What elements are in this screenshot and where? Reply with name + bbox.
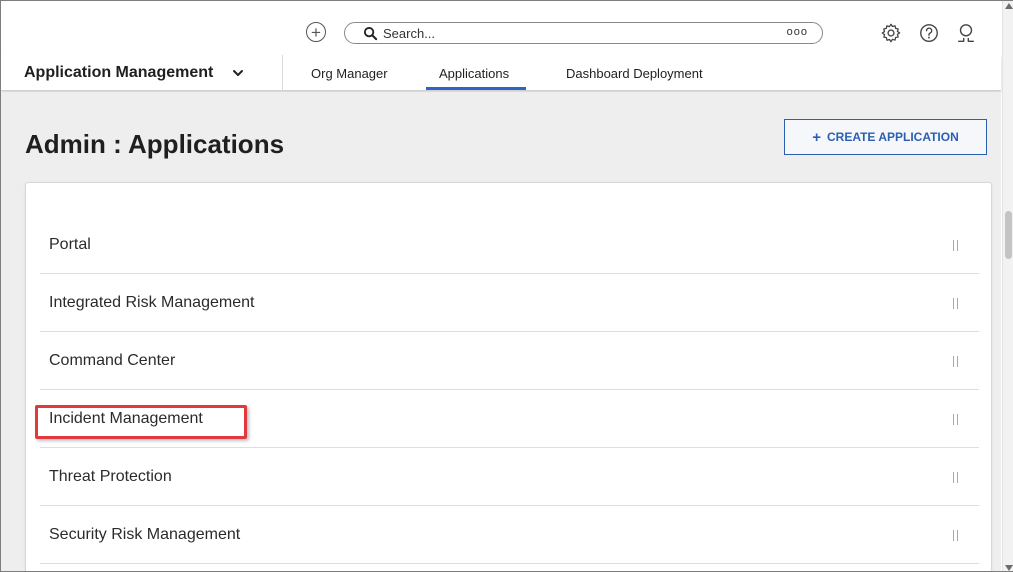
- tab-applications[interactable]: Applications: [439, 55, 509, 91]
- create-application-button[interactable]: + CREATE APPLICATION: [784, 119, 987, 155]
- active-tab-indicator: [426, 87, 526, 90]
- app-window: + Search... ooo Application Management O…: [0, 0, 1013, 572]
- search-placeholder: Search...: [383, 25, 436, 41]
- add-circle-icon[interactable]: +: [306, 22, 326, 42]
- drag-handle-icon[interactable]: [953, 472, 958, 483]
- drag-handle-icon[interactable]: [953, 240, 958, 251]
- drag-handle-icon[interactable]: [953, 530, 958, 541]
- search-icon: [363, 26, 378, 40]
- tab-org-manager[interactable]: Org Manager: [311, 55, 388, 91]
- top-bar: + Search... ooo: [1, 1, 1001, 53]
- user-icon[interactable]: [955, 22, 977, 44]
- app-select-dropdown[interactable]: Application Management: [1, 55, 283, 91]
- create-application-label: CREATE APPLICATION: [826, 130, 959, 144]
- chevron-down-icon: [233, 70, 243, 76]
- plus-icon: +: [812, 128, 821, 146]
- list-item-threat-protection[interactable]: Threat Protection: [40, 448, 979, 506]
- list-item-label: Integrated Risk Management: [49, 294, 255, 311]
- page-title: Admin : Applications: [25, 129, 285, 159]
- highlight-annotation: [35, 405, 247, 439]
- search-more-icon[interactable]: ooo: [787, 26, 808, 38]
- gear-icon[interactable]: [880, 22, 902, 44]
- list-item-portal[interactable]: Portal: [40, 216, 979, 274]
- tab-dashboard-deployment[interactable]: Dashboard Deployment: [566, 55, 703, 91]
- drag-handle-icon[interactable]: [953, 298, 958, 309]
- list-item-command-center[interactable]: Command Center: [40, 332, 979, 390]
- app-select-label: Application Management: [24, 64, 214, 81]
- list-item-security-risk-management[interactable]: Security Risk Management: [40, 506, 979, 564]
- list-item-label: Portal: [49, 236, 91, 253]
- list-item-integrated-risk-management[interactable]: Integrated Risk Management: [40, 274, 979, 332]
- drag-handle-icon[interactable]: [953, 356, 958, 367]
- scroll-down-icon[interactable]: [1005, 565, 1013, 571]
- scroll-up-icon[interactable]: [1005, 3, 1013, 9]
- scrollbar[interactable]: [1002, 1, 1013, 571]
- scrollbar-thumb[interactable]: [1005, 211, 1012, 259]
- list-item-label: Threat Protection: [49, 468, 172, 485]
- list-item-label: Command Center: [49, 352, 176, 369]
- nav-bar: Application Management Org Manager Appli…: [1, 55, 1001, 91]
- drag-handle-icon[interactable]: [953, 414, 958, 425]
- main-content: Admin : Applications + CREATE APPLICATIO…: [1, 92, 1001, 571]
- search-input[interactable]: Search... ooo: [344, 22, 823, 44]
- applications-list: Portal Integrated Risk Management Comman…: [25, 182, 992, 571]
- list-item-label: Security Risk Management: [49, 526, 241, 543]
- help-icon[interactable]: [918, 22, 940, 44]
